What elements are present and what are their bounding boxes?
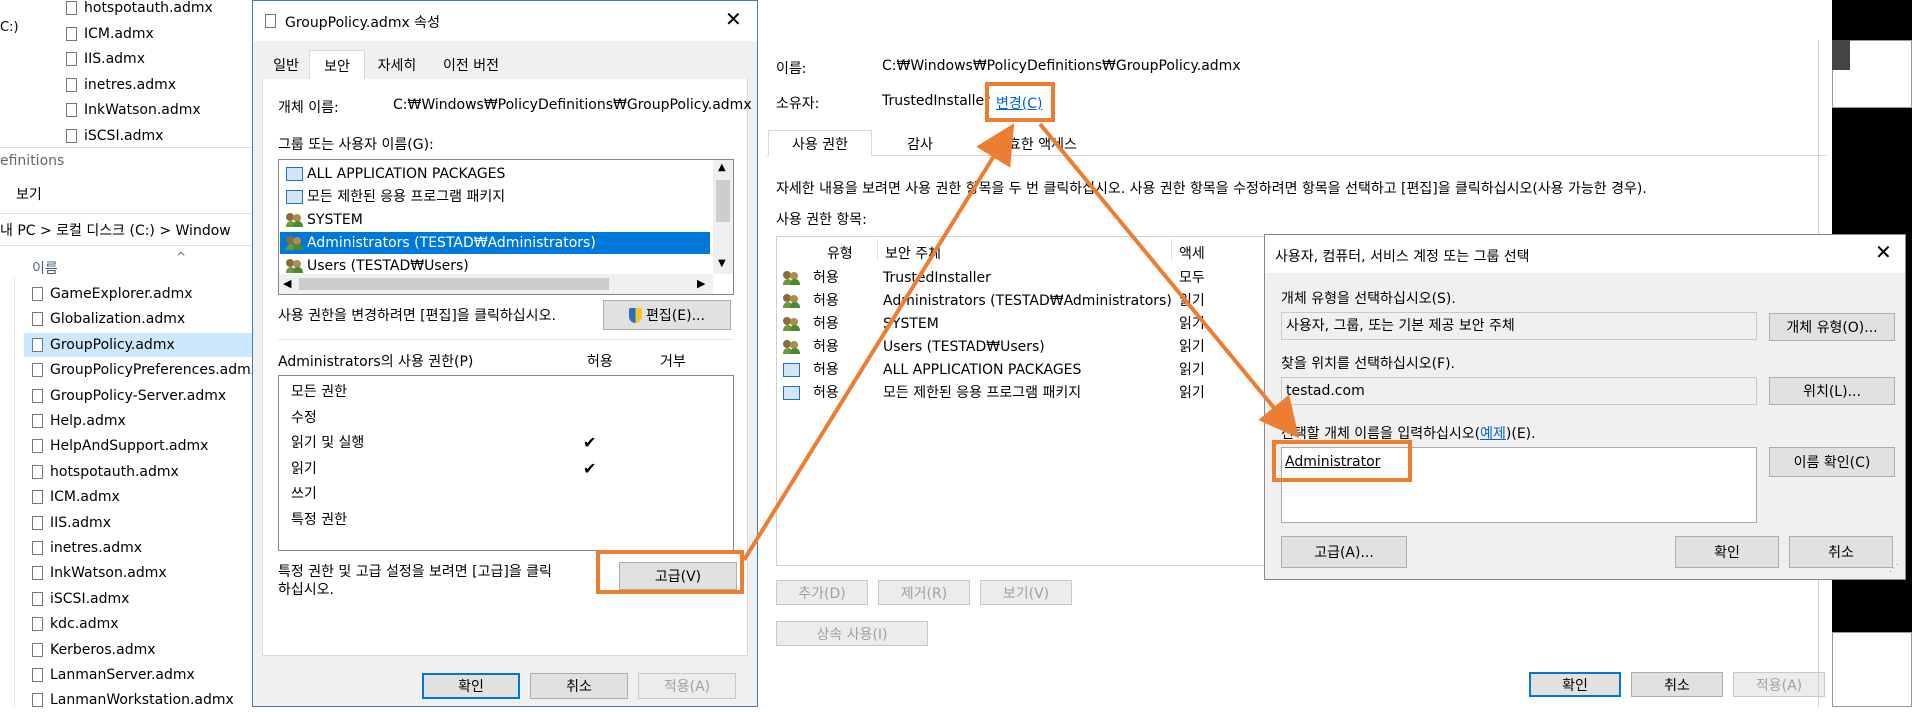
- arrow-advanced-to-change: [742, 123, 1015, 562]
- arrow-change-to-name: [1038, 122, 1300, 439]
- annotation-arrows: [742, 122, 1300, 562]
